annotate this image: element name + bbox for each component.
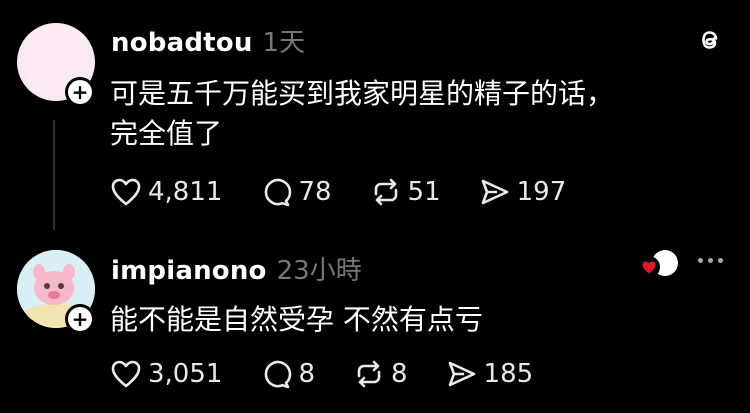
share-icon <box>448 361 475 387</box>
like-count: 3,051 <box>148 359 223 389</box>
action-bar: 3,051 8 8 185 <box>110 359 571 389</box>
author-liked-badge <box>638 250 682 278</box>
comment-count: 8 <box>298 359 315 389</box>
like-button[interactable]: 3,051 <box>110 359 222 389</box>
username[interactable]: nobadtou <box>111 28 253 58</box>
repost-count: 51 <box>407 177 441 207</box>
post-text: 能不能是自然受孕 不然有点亏 <box>110 300 483 340</box>
follow-button[interactable]: + <box>65 304 95 334</box>
share-button[interactable]: 197 <box>479 177 567 207</box>
thread-line <box>53 120 55 230</box>
repost-button[interactable]: 8 <box>353 359 408 389</box>
share-count: 185 <box>483 359 534 389</box>
heart-icon <box>111 178 141 206</box>
repost-button[interactable]: 51 <box>370 177 441 207</box>
comment-icon <box>265 360 292 389</box>
threads-icon[interactable] <box>697 26 723 58</box>
plus-icon: + <box>71 307 89 331</box>
comment-icon <box>265 178 292 207</box>
timestamp: 23小時 <box>276 256 362 286</box>
action-bar: 4,811 78 51 197 <box>110 177 604 207</box>
post-text: 可是五千万能买到我家明星的精子的话， 完全值了 <box>110 74 614 154</box>
post-text-line: 能不能是自然受孕 不然有点亏 <box>110 303 483 336</box>
share-button[interactable]: 185 <box>446 359 534 389</box>
repost-icon <box>374 178 397 206</box>
username[interactable]: impianono <box>111 256 267 286</box>
repost-count: 8 <box>390 359 408 389</box>
share-count: 197 <box>516 177 567 207</box>
timestamp: 1天 <box>262 28 306 58</box>
post-text-line: 可是五千万能买到我家明星的精子的话， <box>110 77 615 110</box>
comment-button[interactable]: 8 <box>260 359 315 389</box>
plus-icon: + <box>71 80 89 104</box>
heart-icon <box>111 360 141 388</box>
heart-icon <box>642 261 656 273</box>
repost-icon <box>357 360 381 388</box>
follow-button[interactable]: + <box>65 77 95 107</box>
like-button[interactable]: 4,811 <box>110 177 222 207</box>
comment-button[interactable]: 78 <box>260 177 332 207</box>
share-icon <box>481 179 508 205</box>
comment-count: 78 <box>298 177 332 207</box>
more-icon[interactable] <box>698 258 723 263</box>
post-text-line: 完全值了 <box>110 117 223 150</box>
like-count: 4,811 <box>148 177 223 207</box>
